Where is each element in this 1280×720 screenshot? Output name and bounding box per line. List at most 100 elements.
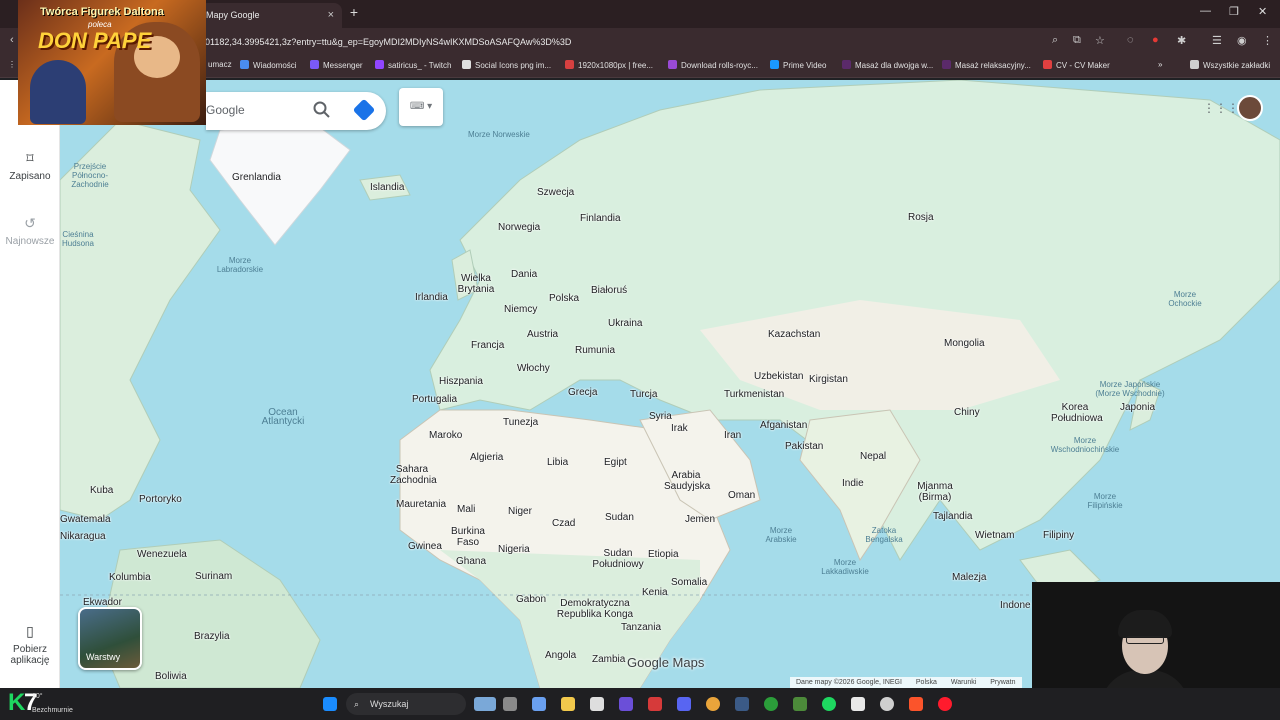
minimize-icon[interactable]: — (1200, 5, 1211, 17)
maps-search-box[interactable]: Google (206, 92, 386, 130)
country-label: Boliwia (155, 671, 187, 682)
country-label: Wenezuela (137, 549, 187, 560)
back-icon[interactable]: ‹ (10, 34, 14, 46)
bookmark-0[interactable]: umacz (208, 60, 232, 69)
directions-icon[interactable] (352, 98, 376, 122)
country-label: Norwegia (498, 222, 541, 233)
country-label: Polska (549, 293, 580, 304)
extensions-icon[interactable]: ✱ (1177, 34, 1186, 47)
l-app-icon[interactable] (648, 697, 662, 711)
google-apps-icon[interactable]: ⋮⋮⋮ (1203, 101, 1239, 115)
country-label: Rosja (908, 212, 934, 223)
country-label: Wietnam (975, 530, 1015, 541)
taskbar-search[interactable]: ⌕ Wyszukaj (346, 693, 466, 715)
tab-maps[interactable]: Mapy Google × (200, 3, 342, 28)
store-icon[interactable] (590, 697, 604, 711)
privacy-link[interactable]: Prywatn (990, 679, 1015, 686)
extension-icon-2[interactable]: ● (1152, 34, 1159, 46)
bookmark-6[interactable]: Download rolls-royc... (668, 60, 758, 70)
weather-widget[interactable]: K 7 10° Bezchmurnie (8, 689, 73, 719)
country-label: Niemcy (504, 304, 538, 315)
xbox-icon[interactable] (764, 697, 778, 711)
bookmark-5[interactable]: 1920x1080px | free... (565, 60, 653, 70)
search-input[interactable]: Google (206, 103, 245, 117)
country-label: Kirgistan (809, 374, 848, 385)
country-label: Afganistan (760, 420, 808, 431)
vpn-icon[interactable] (619, 697, 633, 711)
saved-button[interactable]: ⌑ Zapisano (0, 150, 60, 182)
spotify-icon[interactable] (822, 697, 836, 711)
layers-button[interactable]: Warstwy (78, 607, 142, 670)
recent-button[interactable]: ↺ Najnowsze (0, 215, 60, 247)
sea-label: Przejście Północno-Zachodnie (71, 162, 109, 189)
steam-icon[interactable] (735, 697, 749, 711)
country-label: Nepal (860, 451, 887, 462)
install-icon[interactable]: ⧉ (1073, 34, 1081, 47)
avatar[interactable] (1237, 95, 1263, 121)
country-label: Iran (724, 430, 742, 441)
folder-icon[interactable] (561, 697, 575, 711)
bookmarks-more-icon[interactable]: » (1158, 60, 1162, 69)
github-icon[interactable] (880, 697, 894, 711)
media-icon[interactable] (851, 697, 865, 711)
bookmark-1[interactable]: Wiadomości (240, 60, 297, 70)
maximize-icon[interactable]: ❐ (1229, 5, 1239, 18)
address-bar[interactable]: 301182,34.3995421,3z?entry=ttu&g_ep=Egoy… (200, 31, 1080, 53)
discord-icon[interactable] (677, 697, 691, 711)
terms-link[interactable]: Warunki (951, 679, 976, 686)
bookmark-9[interactable]: Masaż relaksacyjny... (942, 60, 1031, 70)
tab-close-icon[interactable]: × (328, 3, 334, 28)
input-tools-button[interactable]: ⌨ ▾ (399, 88, 443, 126)
brave-icon[interactable] (909, 697, 923, 711)
bookmark-8[interactable]: Masaż dla dwojga w... (842, 60, 933, 70)
country-label: Sudan Południowy (592, 548, 644, 570)
close-window-icon[interactable]: ✕ (1258, 5, 1267, 18)
chrome-icon[interactable] (706, 697, 720, 711)
phone-icon: ▯ (26, 623, 34, 639)
country-label: Maroko (429, 430, 463, 441)
country-label: Mali (457, 504, 476, 515)
bookmark-10[interactable]: CV - CV Maker (1043, 60, 1110, 70)
attrib-country-link[interactable]: Polska (916, 679, 937, 686)
sea-label: Cieśnina Hudsona (61, 230, 95, 248)
minecraft-icon[interactable] (793, 697, 807, 711)
country-label: Indone (1000, 600, 1031, 611)
menu-icon[interactable]: ⋮ (1262, 34, 1273, 47)
country-label: Surinam (195, 571, 233, 582)
country-label: Islandia (370, 182, 405, 193)
bookmark-4[interactable]: Social Icons png im... (462, 60, 551, 70)
country-label: Indie (842, 478, 864, 489)
country-label: Szwecja (537, 187, 575, 198)
explorer-icon[interactable] (503, 697, 517, 711)
sea-label: Morze Norweskie (468, 130, 530, 139)
windows-icon[interactable] (323, 697, 337, 711)
country-label: Mjanma (Birma) (917, 481, 953, 503)
get-app-button[interactable]: ▯ Pobierz aplikację (0, 623, 60, 666)
zoom-icon[interactable]: ⌕ (1052, 34, 1058, 47)
country-label: Dania (511, 269, 538, 280)
bookmark-2[interactable]: Messenger (310, 60, 363, 70)
ad-title: Twórca Figurek Daltona (40, 6, 164, 18)
bookmark-7[interactable]: Prime Video (770, 60, 826, 70)
all-bookmarks[interactable]: Wszystkie zakładki (1190, 60, 1270, 70)
copilot-icon[interactable] (532, 697, 546, 711)
country-label: Grecja (568, 387, 598, 398)
widgets-icon[interactable] (474, 697, 496, 711)
bookmark-3[interactable]: satiricus_ - Twitch (375, 60, 451, 70)
opera-icon[interactable] (938, 697, 952, 711)
extension-icon-1[interactable]: ◌ (1127, 34, 1134, 46)
country-label: Zambia (592, 654, 626, 665)
sea-label: Morze Japońskie (Morze Wschodnie) (1095, 380, 1165, 398)
country-label: Irlandia (415, 292, 448, 303)
bookmark-icon: ⌑ (26, 150, 34, 166)
sea-label: Zatoka Bengalska (865, 526, 903, 544)
search-icon[interactable] (312, 100, 332, 120)
new-tab-button[interactable]: + (346, 4, 362, 20)
star-icon[interactable]: ☆ (1095, 34, 1105, 47)
profile-icon[interactable]: ◉ (1237, 34, 1247, 47)
reading-list-icon[interactable]: ☰ (1212, 34, 1222, 47)
sea-label: Ocean Atlantycki (261, 407, 305, 427)
overlay-ad: Twórca Figurek Daltona poleca DON PAPE (18, 0, 206, 125)
weather-k: K (8, 689, 26, 716)
country-label: Portoryko (139, 494, 182, 505)
